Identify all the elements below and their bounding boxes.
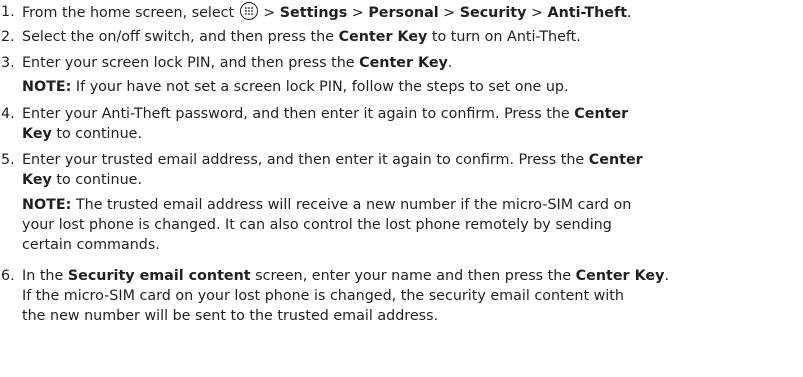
step-line: Enter your Anti-Theft password, and then… bbox=[22, 104, 801, 124]
note-label: NOTE: bbox=[22, 79, 72, 95]
text-run: Enter your screen lock PIN, and then pre… bbox=[22, 55, 360, 71]
center-key-label: Key bbox=[22, 172, 52, 188]
text-run: . bbox=[664, 268, 669, 284]
note-line: certain commands. bbox=[22, 235, 801, 255]
text-run: screen, enter your name and then press t… bbox=[250, 268, 576, 284]
step-text: Enter your screen lock PIN, and then pre… bbox=[22, 53, 801, 73]
step-text: Enter your Anti-Theft password, and then… bbox=[22, 104, 801, 144]
menu-path-security: Security bbox=[459, 5, 527, 21]
center-key-label: Center bbox=[574, 106, 629, 122]
note-block: NOTE: The trusted email address will rec… bbox=[22, 195, 801, 255]
note-line: NOTE: The trusted email address will rec… bbox=[22, 195, 801, 215]
center-key-label: Center Key bbox=[575, 268, 665, 284]
text-run: > bbox=[438, 5, 460, 21]
step-line: Select the on/off switch, and then press… bbox=[22, 27, 801, 47]
center-key-label: Center Key bbox=[359, 55, 448, 71]
step-line: Enter your screen lock PIN, and then pre… bbox=[22, 53, 801, 73]
note-label: NOTE: bbox=[22, 197, 72, 213]
note-text: If your have not set a screen lock PIN, … bbox=[75, 79, 569, 95]
text-run: to continue. bbox=[51, 172, 142, 188]
text-run: . bbox=[627, 5, 632, 21]
text-run: > bbox=[526, 5, 548, 21]
center-key-label: Center bbox=[588, 152, 643, 168]
text-run: the new number will be sent to the trust… bbox=[22, 308, 439, 324]
step-line: Key to continue. bbox=[22, 170, 801, 190]
center-key-label: Center Key bbox=[338, 29, 428, 45]
text-run: If the micro-SIM card on your lost phone… bbox=[22, 288, 624, 304]
note-line: your lost phone is changed. It can also … bbox=[22, 215, 801, 235]
text-run: From the home screen, select bbox=[22, 5, 239, 21]
step-line: From the home screen, select > Settings … bbox=[22, 2, 801, 22]
note-text: certain commands. bbox=[22, 237, 160, 253]
menu-path-settings: Settings bbox=[279, 5, 348, 21]
step-line: If the micro-SIM card on your lost phone… bbox=[22, 286, 801, 306]
step-text: Select the on/off switch, and then press… bbox=[22, 27, 801, 47]
step-line: Key to continue. bbox=[22, 124, 801, 144]
text-run: Enter your Anti-Theft password, and then… bbox=[22, 106, 575, 122]
text-run: Enter your trusted email address, and th… bbox=[22, 152, 589, 168]
step-line: Enter your trusted email address, and th… bbox=[22, 150, 801, 170]
instruction-list: 1. From the home screen, select > Settin… bbox=[0, 0, 803, 377]
text-run: > bbox=[258, 5, 280, 21]
note-text: The trusted email address will receive a… bbox=[75, 197, 632, 213]
note-block: NOTE: If your have not set a screen lock… bbox=[22, 77, 801, 97]
text-run: to continue. bbox=[51, 126, 142, 142]
text-run: . bbox=[447, 55, 453, 71]
text-run: to turn on Anti-Theft. bbox=[427, 29, 581, 45]
text-run: > bbox=[347, 5, 369, 21]
step-text: In the Security email content screen, en… bbox=[22, 266, 801, 326]
step-text: Enter your trusted email address, and th… bbox=[22, 150, 801, 190]
center-key-label: Key bbox=[22, 126, 52, 142]
step-text: From the home screen, select > Settings … bbox=[22, 2, 801, 22]
screen-name-label: Security email content bbox=[67, 268, 251, 284]
note-line: NOTE: If your have not set a screen lock… bbox=[22, 77, 801, 97]
text-run: Select the on/off switch, and then press… bbox=[22, 29, 339, 45]
menu-path-personal: Personal bbox=[368, 5, 439, 21]
step-line: the new number will be sent to the trust… bbox=[22, 306, 801, 326]
note-text: your lost phone is changed. It can also … bbox=[22, 217, 612, 233]
text-run: In the bbox=[22, 268, 68, 284]
menu-path-anti-theft: Anti-Theft bbox=[547, 5, 628, 21]
step-line: In the Security email content screen, en… bbox=[22, 266, 801, 286]
apps-icon bbox=[239, 2, 258, 20]
